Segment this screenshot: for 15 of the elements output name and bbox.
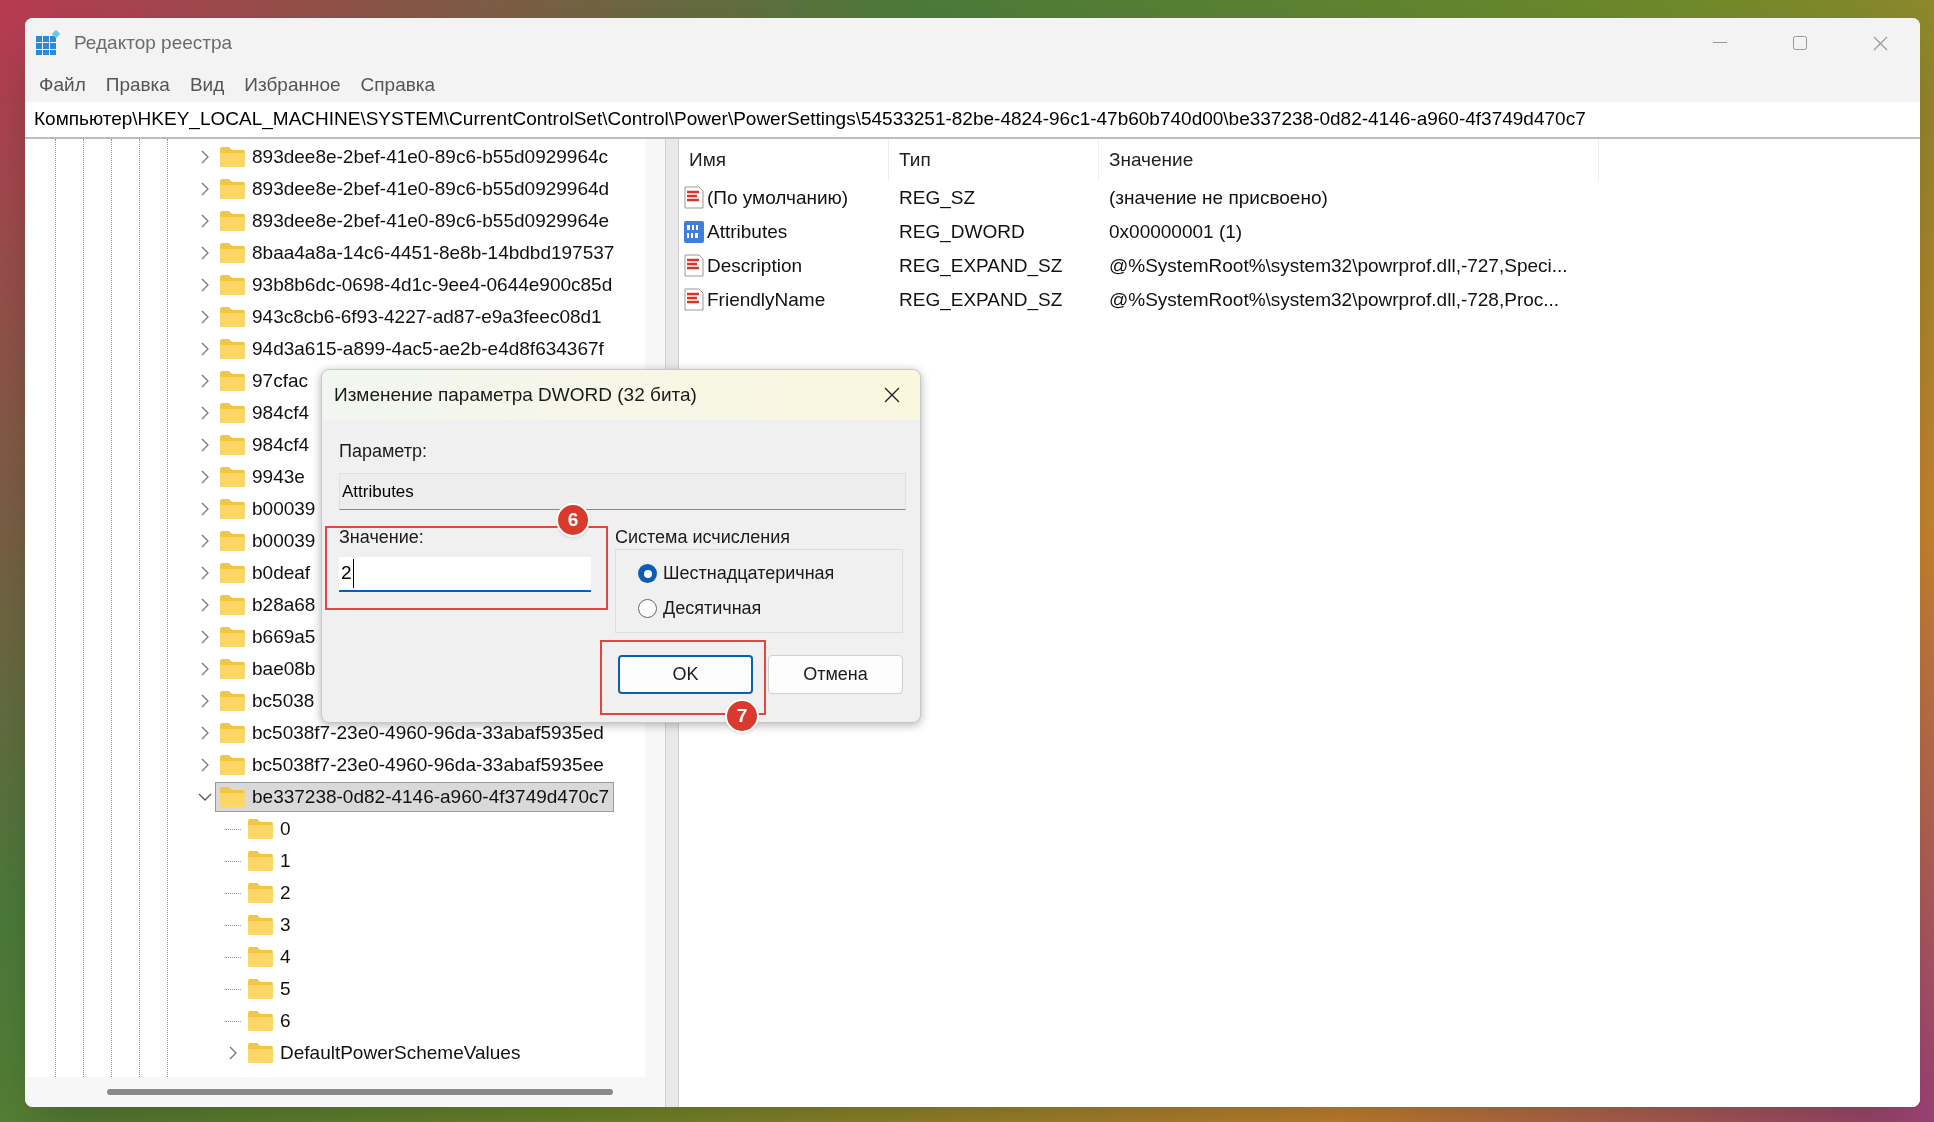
step-badge: 7	[725, 699, 759, 733]
window-title: Редактор реестра	[74, 30, 233, 55]
step-badge: 6	[556, 503, 590, 537]
value-type: REG_EXPAND_SZ	[899, 287, 1063, 313]
value-data: @%SystemRoot%\system32\powrprof.dll,-727,Speci...	[1109, 253, 1568, 278]
value-data: @%SystemRoot%\system32\powrprof.dll,-728,Proc...	[1109, 287, 1560, 312]
value-type: REG_EXPAND_SZ	[899, 253, 1063, 279]
value-data: (значение не присвоено)	[1109, 185, 1328, 210]
value-type: REG_DWORD	[899, 219, 1025, 245]
number-base-group-label: Система исчисления	[615, 526, 792, 549]
dialog-title: Изменение параметра DWORD (32 бита)	[334, 382, 697, 407]
value-label: Значение:	[339, 526, 425, 549]
parameter-label: Параметр:	[339, 440, 428, 463]
value-data: 0x00000001 (1)	[1109, 219, 1243, 244]
value-type: REG_SZ	[899, 185, 976, 211]
